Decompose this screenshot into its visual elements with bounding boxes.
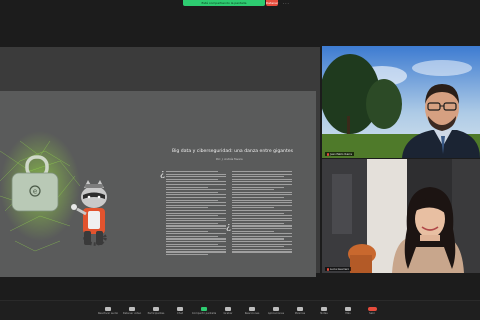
microphone-icon [105, 306, 111, 311]
text-column-left [166, 171, 226, 257]
participant-nameplate: Lucia Guerrero [325, 267, 352, 271]
video-icon [129, 306, 135, 311]
apps-button[interactable]: Aplicaciones [264, 301, 288, 320]
leave-button[interactable]: Salir [360, 301, 384, 320]
screen-share-banner[interactable]: Está compartiendo la pantalla [183, 0, 265, 6]
notes-button[interactable]: Notas [312, 301, 336, 320]
meeting-toolbar: Reactivar audio Detener video Participan… [0, 300, 480, 320]
stop-video-button[interactable]: Detener video [120, 301, 144, 320]
participant-video-tile[interactable]: Lucia Guerrero [322, 159, 480, 273]
more-button[interactable]: Más [336, 301, 360, 320]
reactions-button[interactable]: Reacciones [240, 301, 264, 320]
screen-share-banner-text: Está compartiendo la pantalla [201, 1, 247, 5]
share-more-button[interactable]: ... [283, 1, 290, 5]
reactions-icon [249, 306, 255, 311]
article-author: Por: J. Andrés Tavera [216, 158, 243, 161]
participant-video-feed [322, 159, 480, 273]
participants-button[interactable]: Participantes [144, 301, 168, 320]
svg-text:e: e [33, 188, 37, 196]
whiteboard-button[interactable]: Pizarras [288, 301, 312, 320]
whiteboard-icon [297, 306, 303, 311]
meeting-window: Está compartiendo la pantalla Detener ..… [0, 0, 480, 320]
participant-name: Juan Pablo Ibarra [330, 152, 352, 156]
lock-raccoon-illustration: e [0, 131, 107, 252]
stop-share-button[interactable]: Detener [266, 0, 278, 6]
apps-icon [273, 306, 279, 311]
drop-cap: ¿ [160, 169, 165, 179]
muted-mic-icon [327, 152, 329, 156]
participant-video-feed [322, 46, 480, 158]
chat-button[interactable]: Chat [168, 301, 192, 320]
more-icon [345, 306, 351, 311]
record-icon [225, 306, 231, 311]
participant-video-tile[interactable]: Juan Pablo Ibarra [322, 46, 480, 158]
document-spread: e Big data y ciberseguridad: una danza e… [0, 91, 316, 310]
notes-icon [321, 306, 327, 311]
muted-mic-icon [327, 267, 329, 271]
participants-icon [153, 306, 159, 311]
drop-cap-second: ¿ [226, 222, 231, 232]
leave-icon [367, 306, 377, 311]
share-screen-button[interactable]: Compartir pantalla [192, 301, 216, 320]
participant-nameplate: Juan Pablo Ibarra [325, 152, 354, 156]
share-screen-icon [201, 306, 207, 311]
participant-name: Lucia Guerrero [330, 267, 350, 271]
unmute-button[interactable]: Reactivar audio [96, 301, 120, 320]
article-title: Big data y ciberseguridad: una danza ent… [172, 149, 293, 154]
chat-icon [177, 306, 183, 311]
shared-screen: e Big data y ciberseguridad: una danza e… [0, 47, 320, 310]
text-column-right [232, 171, 292, 254]
record-button[interactable]: Grabar [216, 301, 240, 320]
